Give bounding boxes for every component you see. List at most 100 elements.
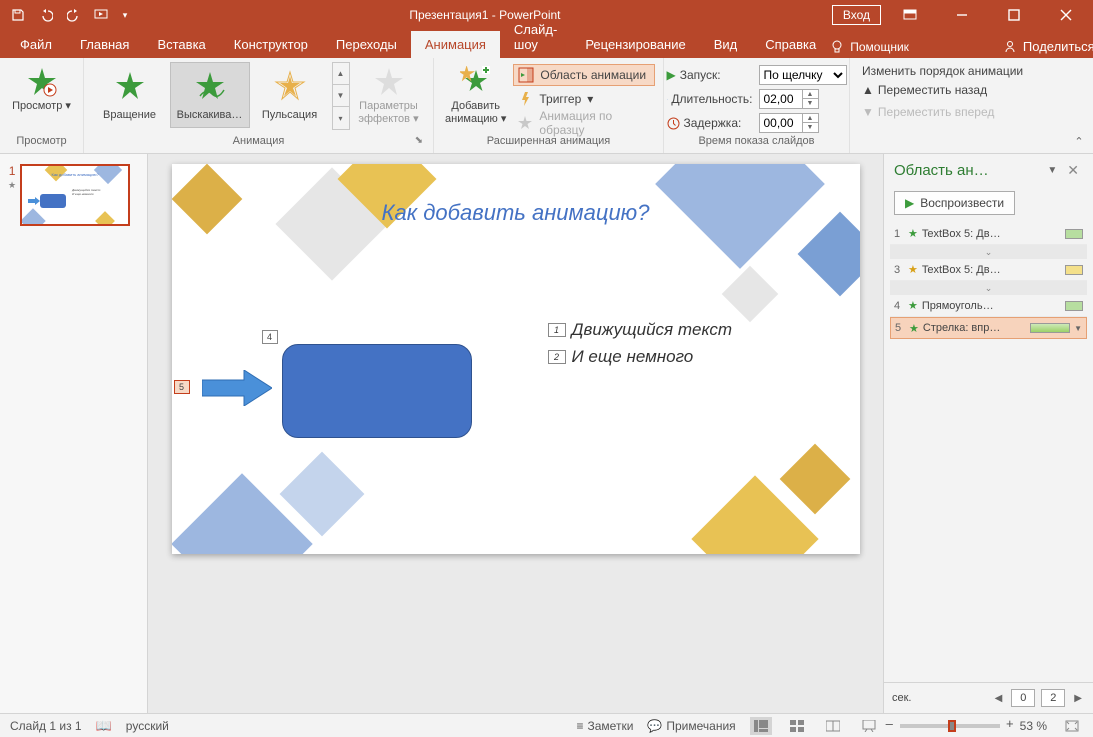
effect-options-label: Параметры эффектов: [358, 100, 417, 125]
slide-textbox[interactable]: 1Движущийся текст 2И еще немного: [548, 316, 732, 370]
tab-help[interactable]: Справка: [751, 31, 830, 58]
effect-pulse[interactable]: Пульсация: [250, 62, 330, 128]
timeline-next-icon[interactable]: ▶: [1071, 693, 1085, 704]
duration-up[interactable]: ▲: [802, 90, 818, 99]
tab-review[interactable]: Рецензирование: [571, 31, 699, 58]
share-icon: [1003, 40, 1017, 54]
animation-list: 1 ★ TextBox 5: Дв… ⌄ 3 ★ TextBox 5: Дв… …: [884, 223, 1093, 682]
notes-icon: ≡: [576, 719, 583, 733]
anim-tag-1[interactable]: 1: [548, 323, 566, 337]
language-indicator[interactable]: русский: [126, 719, 169, 733]
ribbon-display-icon[interactable]: [887, 0, 933, 30]
rounded-rectangle-shape[interactable]: [282, 344, 472, 438]
pane-options-icon[interactable]: ▼: [1041, 165, 1063, 176]
play-animation-button[interactable]: ▶ Воспроизвести: [894, 191, 1015, 215]
spellcheck-icon[interactable]: 📖: [96, 718, 112, 734]
timing-bar: [1065, 265, 1083, 275]
duration-spinner[interactable]: ▲▼: [759, 89, 819, 109]
animation-pane-button[interactable]: Область анимации: [513, 64, 655, 86]
tab-file[interactable]: Файл: [6, 31, 66, 58]
gallery-down-icon[interactable]: ▼: [333, 85, 349, 107]
play-label: Воспроизвести: [920, 196, 1004, 210]
anim-list-item-4[interactable]: 4 ★ Прямоуголь…: [890, 295, 1087, 317]
slideshow-view-icon[interactable]: [858, 717, 880, 735]
seconds-label: сек.: [892, 692, 912, 704]
slide-thumbnail-1[interactable]: Как добавить анимацию? Движущийся текстИ…: [20, 164, 130, 226]
add-animation-button[interactable]: Добавить анимацию ▾: [442, 62, 509, 126]
arrow-shape[interactable]: [202, 370, 272, 406]
expand-row[interactable]: ⌄: [890, 245, 1087, 259]
tab-designer[interactable]: Конструктор: [220, 31, 322, 58]
start-select[interactable]: По щелчку: [759, 65, 847, 85]
effect-options-button: Параметры эффектов ▾: [350, 62, 428, 126]
gallery-up-icon[interactable]: ▲: [333, 63, 349, 85]
zoom-slider[interactable]: [900, 724, 1000, 728]
tab-transitions[interactable]: Переходы: [322, 31, 411, 58]
play-icon: ▶: [905, 196, 914, 210]
clock-icon: [667, 93, 668, 106]
anim-list-item-3[interactable]: 3 ★ TextBox 5: Дв…: [890, 259, 1087, 281]
minimize-icon[interactable]: [939, 0, 985, 30]
slide-counter[interactable]: Слайд 1 из 1: [10, 719, 82, 733]
effect-rotation[interactable]: Вращение: [90, 62, 170, 128]
fit-window-icon[interactable]: [1061, 717, 1083, 735]
move-earlier-button[interactable]: ▲Переместить назад: [862, 80, 1023, 100]
collapse-ribbon-icon[interactable]: ⌃: [1071, 133, 1087, 149]
workspace: 1 ★ Как добавить анимацию? Движущийся те…: [0, 154, 1093, 713]
tab-slideshow[interactable]: Слайд-шоу: [500, 16, 571, 58]
up-arrow-icon: ▲: [862, 83, 874, 97]
delay-input[interactable]: [760, 114, 802, 132]
anim-tag-5[interactable]: 5: [174, 380, 190, 394]
slide-title[interactable]: Как добавить анимацию?: [172, 200, 860, 226]
duration-input[interactable]: [760, 90, 802, 108]
pane-close-icon[interactable]: ✕: [1063, 162, 1083, 179]
delay-up[interactable]: ▲: [802, 114, 818, 123]
maximize-icon[interactable]: [991, 0, 1037, 30]
tab-home[interactable]: Главная: [66, 31, 143, 58]
zoom-level[interactable]: 53 %: [1020, 719, 1047, 733]
reading-view-icon[interactable]: [822, 717, 844, 735]
duration-down[interactable]: ▼: [802, 99, 818, 108]
login-button[interactable]: Вход: [832, 5, 881, 25]
anim-list-item-1[interactable]: 1 ★ TextBox 5: Дв…: [890, 223, 1087, 245]
tell-me[interactable]: Помощник: [830, 40, 909, 54]
slideshow-icon[interactable]: [90, 3, 114, 27]
gallery-more-icon[interactable]: ▾: [333, 107, 349, 129]
comments-button[interactable]: 💬Примечания: [647, 719, 735, 733]
star-icon: ★: [909, 322, 919, 335]
timing-bar: [1065, 229, 1083, 239]
tab-animation[interactable]: Анимация: [411, 31, 500, 58]
effect-bounce[interactable]: Выскакива…: [170, 62, 250, 128]
delay-down[interactable]: ▼: [802, 123, 818, 132]
effect-options-icon: [373, 66, 405, 98]
qat-more-icon[interactable]: ▾: [118, 3, 132, 27]
animation-dialog-launcher[interactable]: ⬊: [413, 135, 425, 146]
star-icon: ★: [908, 263, 918, 276]
redo-icon[interactable]: [62, 3, 86, 27]
close-icon[interactable]: [1043, 0, 1089, 30]
preview-button[interactable]: Просмотр ▾: [7, 62, 77, 113]
tab-insert[interactable]: Вставка: [143, 31, 219, 58]
group-animation: Вращение Выскакива… Пульсация ▲ ▼ ▾ Пара…: [84, 58, 434, 153]
animation-pane-icon: [518, 67, 534, 83]
pane-title: Область ан…: [894, 162, 1041, 179]
timeline-prev-icon[interactable]: ◀: [992, 693, 1006, 704]
anim-list-item-5[interactable]: 5 ★ Стрелка: впр… ▼: [890, 317, 1087, 339]
share-button[interactable]: Поделиться: [995, 39, 1093, 54]
undo-icon[interactable]: [34, 3, 58, 27]
trigger-button[interactable]: Триггер ▾: [513, 88, 655, 110]
slide-canvas-area: Как добавить анимацию? 1Движущийся текст…: [148, 154, 883, 713]
tab-view[interactable]: Вид: [700, 31, 752, 58]
expand-row[interactable]: ⌄: [890, 281, 1087, 295]
slide-canvas[interactable]: Как добавить анимацию? 1Движущийся текст…: [172, 164, 860, 554]
save-icon[interactable]: [6, 3, 30, 27]
delay-spinner[interactable]: ▲▼: [759, 113, 819, 133]
assistant-label: Помощник: [850, 40, 909, 54]
notes-button[interactable]: ≡Заметки: [576, 719, 633, 733]
anim-tag-2[interactable]: 2: [548, 350, 566, 364]
sorter-view-icon[interactable]: [786, 717, 808, 735]
normal-view-icon[interactable]: [750, 717, 772, 735]
item-dropdown-icon[interactable]: ▼: [1074, 324, 1082, 333]
group-timing-label: Время показа слайдов: [698, 135, 814, 151]
anim-tag-4[interactable]: 4: [262, 330, 278, 344]
